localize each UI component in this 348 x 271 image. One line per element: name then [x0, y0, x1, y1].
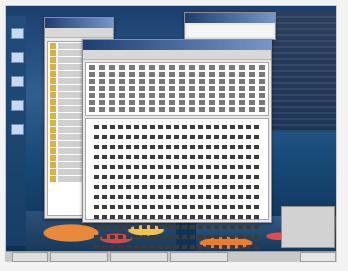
preview-text-line — [94, 165, 260, 169]
message-row[interactable] — [89, 79, 265, 84]
preview-text-line — [94, 155, 260, 159]
window-toolbar[interactable] — [83, 50, 271, 60]
mail-window[interactable] — [82, 39, 272, 249]
preview-text-line — [94, 205, 260, 209]
desktop-icon[interactable] — [11, 52, 24, 63]
message-row[interactable] — [89, 72, 265, 77]
desktop-icon[interactable] — [11, 100, 24, 111]
preview-text-line — [94, 125, 260, 129]
window-titlebar[interactable] — [83, 40, 271, 50]
window-toolbar[interactable] — [45, 28, 113, 38]
taskbar-window-button[interactable] — [110, 252, 168, 262]
message-preview — [85, 118, 269, 249]
message-row[interactable] — [89, 107, 265, 112]
message-row[interactable] — [89, 65, 265, 70]
window-titlebar[interactable] — [185, 13, 275, 23]
desktop-icon-strip — [6, 16, 26, 246]
message-row[interactable] — [89, 100, 265, 105]
taskbar-start-button[interactable] — [12, 252, 48, 262]
taskbar-window-button[interactable] — [50, 252, 108, 262]
preview-text-line — [94, 185, 260, 189]
system-status-panel[interactable] — [281, 206, 335, 248]
message-row[interactable] — [89, 86, 265, 91]
desktop-icon[interactable] — [11, 76, 24, 87]
preview-text-line — [94, 225, 260, 229]
preview-text-line — [94, 135, 260, 139]
preview-text-line — [94, 175, 260, 179]
window-titlebar[interactable] — [45, 18, 113, 28]
desktop-icon[interactable] — [11, 124, 24, 135]
taskbar-clock — [300, 252, 336, 262]
preview-text-line — [94, 245, 260, 249]
message-row[interactable] — [89, 93, 265, 98]
desktop-icon[interactable] — [11, 28, 24, 39]
window-content — [187, 25, 273, 37]
taskbar-window-button[interactable] — [170, 252, 228, 262]
preview-text-line — [94, 235, 260, 239]
desktop-screenshot-photo — [6, 6, 336, 261]
message-list[interactable] — [85, 62, 269, 116]
preview-text-line — [94, 215, 260, 219]
header-window[interactable] — [184, 12, 276, 40]
preview-text-line — [94, 145, 260, 149]
preview-text-line — [94, 195, 260, 199]
